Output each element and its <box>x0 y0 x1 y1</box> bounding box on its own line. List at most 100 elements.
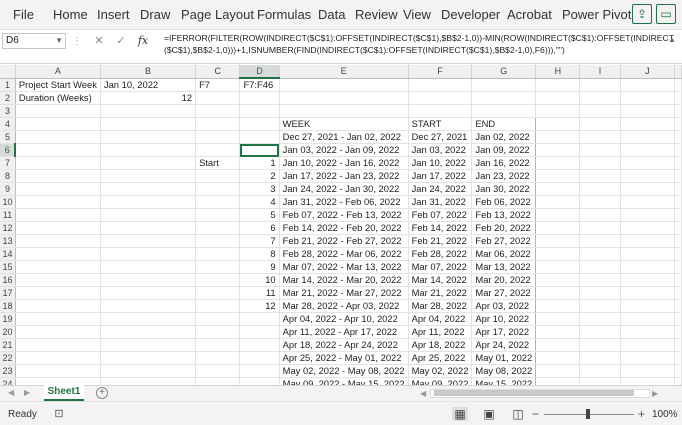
cell-d13[interactable]: 7 <box>239 234 280 248</box>
tab-developer[interactable]: Developer <box>441 7 500 22</box>
cell-f3[interactable] <box>408 104 473 118</box>
select-all-corner[interactable] <box>0 65 16 79</box>
row-header[interactable]: 16 <box>0 273 16 287</box>
cell-i5[interactable] <box>579 130 621 144</box>
cell-h1[interactable] <box>535 78 581 92</box>
cell-k8[interactable] <box>674 169 682 183</box>
cell-i8[interactable] <box>579 169 621 183</box>
column-header-i[interactable]: I <box>579 65 621 79</box>
cell-c18[interactable] <box>195 299 241 313</box>
tab-view[interactable]: View <box>403 7 431 22</box>
cell-g1[interactable] <box>471 78 537 92</box>
zoom-thumb[interactable] <box>586 409 590 419</box>
cell-i17[interactable] <box>579 286 621 300</box>
cell-h3[interactable] <box>535 104 581 118</box>
cell-f4[interactable]: START <box>408 117 473 131</box>
cell-h20[interactable] <box>535 325 581 339</box>
cell-e14[interactable]: Feb 28, 2022 - Mar 06, 2022 <box>278 247 409 261</box>
cell-g10[interactable]: Feb 06, 2022 <box>471 195 537 209</box>
cell-g12[interactable]: Feb 20, 2022 <box>471 221 537 235</box>
cell-k10[interactable] <box>674 195 682 209</box>
cell-j1[interactable] <box>620 78 676 92</box>
cell-k19[interactable] <box>674 312 682 326</box>
row-header[interactable]: 24 <box>0 377 16 385</box>
cell-h22[interactable] <box>535 351 581 365</box>
row-header[interactable]: 10 <box>0 195 16 209</box>
cell-h21[interactable] <box>535 338 581 352</box>
cell-c12[interactable] <box>195 221 241 235</box>
cell-c2[interactable] <box>195 91 241 105</box>
cell-h16[interactable] <box>535 273 581 287</box>
row-header[interactable]: 23 <box>0 364 16 378</box>
cell-j19[interactable] <box>620 312 676 326</box>
cell-k17[interactable] <box>674 286 682 300</box>
cell-e24[interactable]: May 09, 2022 - May 15, 2022 <box>278 377 409 385</box>
cell-h24[interactable] <box>535 377 581 385</box>
cell-j6[interactable] <box>620 143 676 157</box>
cell-b10[interactable] <box>100 195 197 209</box>
next-sheet-icon[interactable]: ▶ <box>24 388 30 397</box>
cell-g3[interactable] <box>471 104 537 118</box>
cell-h9[interactable] <box>535 182 581 196</box>
cell-b6[interactable] <box>100 143 197 157</box>
row-header[interactable]: 20 <box>0 325 16 339</box>
cell-d20[interactable] <box>239 325 280 339</box>
cell-d15[interactable]: 9 <box>239 260 280 274</box>
tab-power-pivot[interactable]: Power Pivot <box>562 7 631 22</box>
cell-b16[interactable] <box>100 273 197 287</box>
zoom-in-button[interactable]: + <box>638 407 645 421</box>
cell-b24[interactable] <box>100 377 197 385</box>
cell-b14[interactable] <box>100 247 197 261</box>
cell-d24[interactable] <box>239 377 280 385</box>
cell-k1[interactable] <box>674 78 682 92</box>
cell-j18[interactable] <box>620 299 676 313</box>
row-header[interactable]: 14 <box>0 247 16 261</box>
tab-acrobat[interactable]: Acrobat <box>507 7 552 22</box>
enter-icon[interactable]: ✓ <box>114 34 128 48</box>
cell-e15[interactable]: Mar 07, 2022 - Mar 13, 2022 <box>278 260 409 274</box>
cell-h13[interactable] <box>535 234 581 248</box>
cell-j20[interactable] <box>620 325 676 339</box>
row-header[interactable]: 15 <box>0 260 16 274</box>
cell-i20[interactable] <box>579 325 621 339</box>
cell-f11[interactable]: Feb 07, 2022 <box>408 208 473 222</box>
cell-b2[interactable]: 12 <box>100 91 197 105</box>
cell-b13[interactable] <box>100 234 197 248</box>
cell-h7[interactable] <box>535 156 581 170</box>
row-header[interactable]: 22 <box>0 351 16 365</box>
cell-g7[interactable]: Jan 16, 2022 <box>471 156 537 170</box>
cell-h10[interactable] <box>535 195 581 209</box>
cell-k7[interactable] <box>674 156 682 170</box>
cell-f17[interactable]: Mar 21, 2022 <box>408 286 473 300</box>
cell-e23[interactable]: May 02, 2022 - May 08, 2022 <box>278 364 409 378</box>
cell-g11[interactable]: Feb 13, 2022 <box>471 208 537 222</box>
column-header-b[interactable]: B <box>100 65 197 79</box>
cell-h18[interactable] <box>535 299 581 313</box>
cell-e19[interactable]: Apr 04, 2022 - Apr 10, 2022 <box>278 312 409 326</box>
cell-j16[interactable] <box>620 273 676 287</box>
insert-function-button[interactable]: fx <box>136 34 150 48</box>
sheet-tab-sheet1[interactable]: Sheet1 <box>44 385 84 401</box>
cell-c1[interactable]: F7 <box>195 78 241 92</box>
cell-h14[interactable] <box>535 247 581 261</box>
cell-a17[interactable] <box>15 286 101 300</box>
cell-f23[interactable]: May 02, 2022 <box>408 364 473 378</box>
cell-a23[interactable] <box>15 364 101 378</box>
cell-a24[interactable] <box>15 377 101 385</box>
cell-c21[interactable] <box>195 338 241 352</box>
cell-f6[interactable]: Jan 03, 2022 <box>408 143 473 157</box>
cell-c9[interactable] <box>195 182 241 196</box>
cell-c22[interactable] <box>195 351 241 365</box>
expand-formula-bar-icon[interactable]: ▲ <box>668 35 676 44</box>
page-break-view-icon[interactable]: ◫ <box>510 407 526 421</box>
column-header-c[interactable]: C <box>195 65 241 79</box>
cell-a7[interactable] <box>15 156 101 170</box>
cell-j5[interactable] <box>620 130 676 144</box>
accessibility-icon[interactable]: ⊡ <box>52 407 66 421</box>
cell-d6[interactable] <box>239 143 280 157</box>
row-header[interactable]: 4 <box>0 117 16 131</box>
cell-d21[interactable] <box>239 338 280 352</box>
add-sheet-icon[interactable]: + <box>96 387 108 399</box>
cell-c13[interactable] <box>195 234 241 248</box>
cell-j12[interactable] <box>620 221 676 235</box>
